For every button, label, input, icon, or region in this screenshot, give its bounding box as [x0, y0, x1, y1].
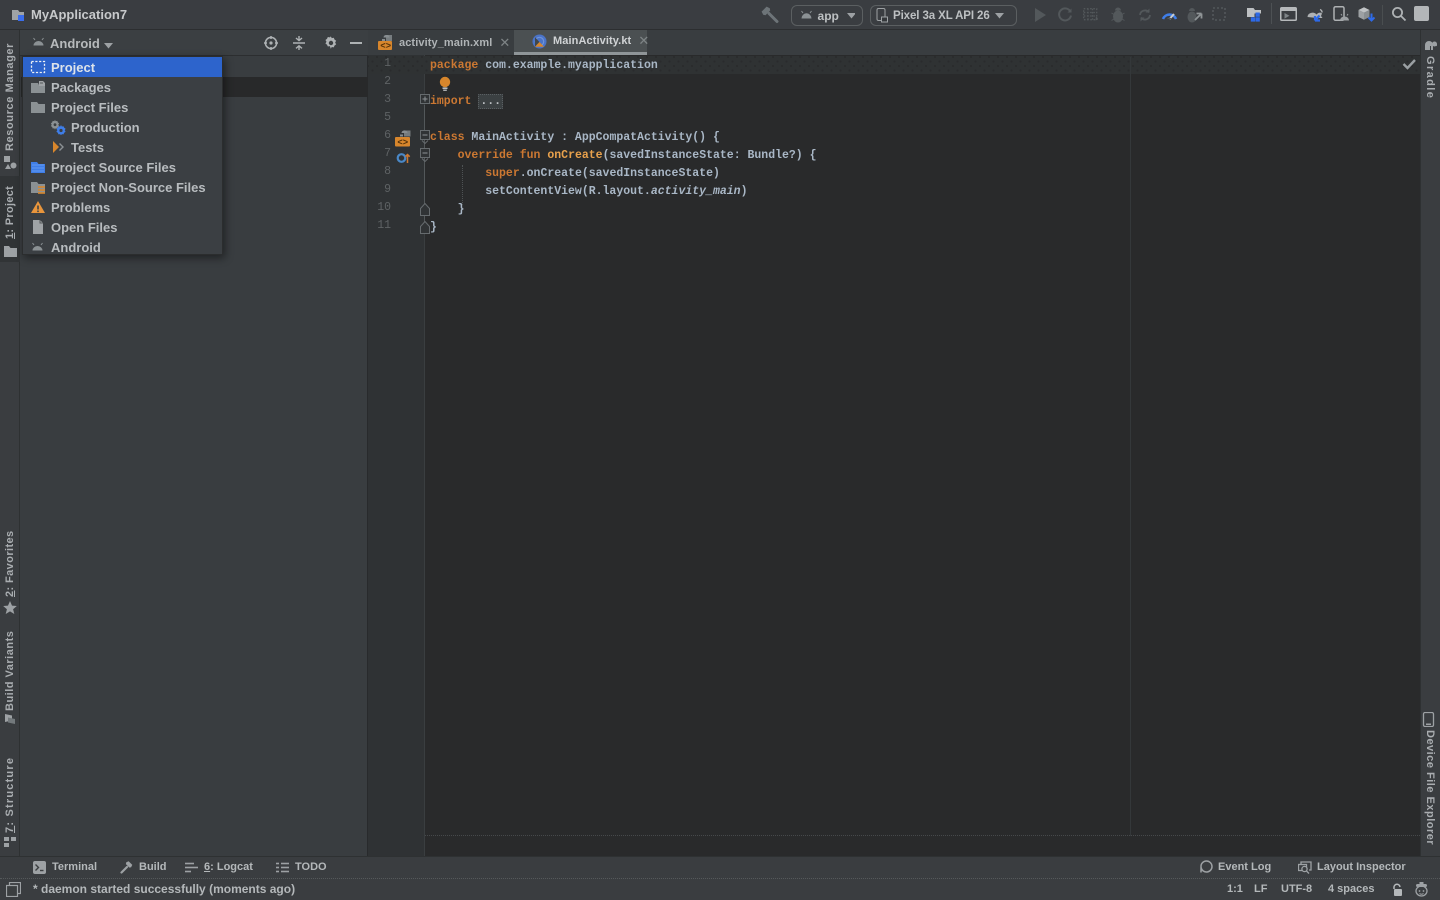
svg-text:<>: <>	[380, 42, 391, 51]
svg-text:<>: <>	[397, 138, 408, 147]
